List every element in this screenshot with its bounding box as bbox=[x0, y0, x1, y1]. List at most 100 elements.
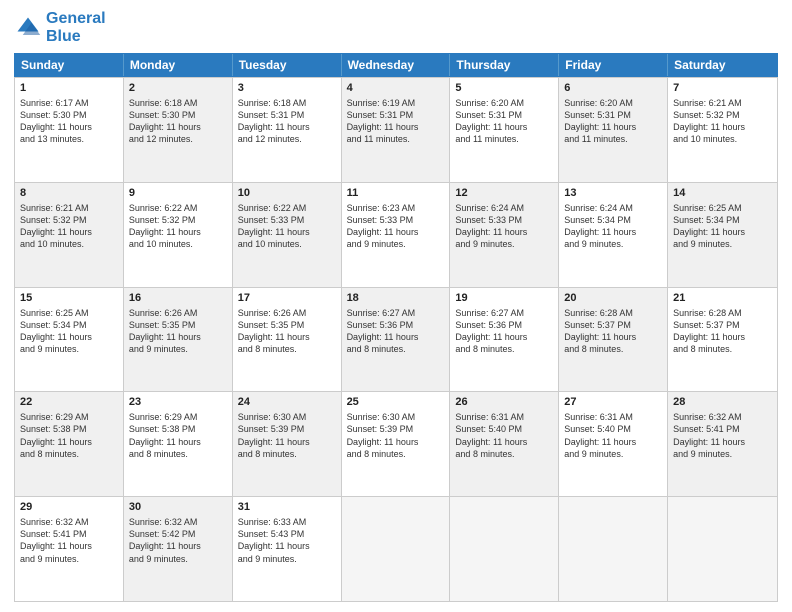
header-cell-wednesday: Wednesday bbox=[342, 54, 451, 76]
cal-cell-empty bbox=[342, 497, 451, 601]
day-info-line: Sunset: 5:31 PM bbox=[564, 109, 662, 121]
day-info-line: Sunrise: 6:22 AM bbox=[238, 202, 336, 214]
week-row-5: 29Sunrise: 6:32 AMSunset: 5:41 PMDayligh… bbox=[15, 496, 777, 601]
day-info-line: and 11 minutes. bbox=[347, 133, 445, 145]
header-cell-tuesday: Tuesday bbox=[233, 54, 342, 76]
day-info-line: Daylight: 11 hours bbox=[673, 436, 772, 448]
cal-cell-25: 25Sunrise: 6:30 AMSunset: 5:39 PMDayligh… bbox=[342, 392, 451, 496]
day-number: 22 bbox=[20, 395, 118, 410]
day-number: 7 bbox=[673, 81, 772, 96]
calendar-body: 1Sunrise: 6:17 AMSunset: 5:30 PMDaylight… bbox=[14, 77, 778, 602]
week-row-2: 8Sunrise: 6:21 AMSunset: 5:32 PMDaylight… bbox=[15, 182, 777, 287]
day-info-line: Daylight: 11 hours bbox=[673, 121, 772, 133]
day-info-line: Sunset: 5:31 PM bbox=[347, 109, 445, 121]
day-info-line: Sunrise: 6:20 AM bbox=[564, 97, 662, 109]
day-number: 26 bbox=[455, 395, 553, 410]
day-info-line: Daylight: 11 hours bbox=[238, 226, 336, 238]
cal-cell-9: 9Sunrise: 6:22 AMSunset: 5:32 PMDaylight… bbox=[124, 183, 233, 287]
day-info-line: Sunrise: 6:27 AM bbox=[347, 307, 445, 319]
day-info-line: Sunset: 5:33 PM bbox=[347, 214, 445, 226]
day-info-line: and 8 minutes. bbox=[564, 343, 662, 355]
cal-cell-8: 8Sunrise: 6:21 AMSunset: 5:32 PMDaylight… bbox=[15, 183, 124, 287]
day-info-line: Sunrise: 6:30 AM bbox=[238, 411, 336, 423]
day-number: 24 bbox=[238, 395, 336, 410]
day-info-line: Sunset: 5:36 PM bbox=[455, 319, 553, 331]
day-info-line: Sunset: 5:42 PM bbox=[129, 528, 227, 540]
day-number: 17 bbox=[238, 291, 336, 306]
day-info-line: and 9 minutes. bbox=[455, 238, 553, 250]
day-info-line: Daylight: 11 hours bbox=[20, 331, 118, 343]
day-info-line: and 11 minutes. bbox=[564, 133, 662, 145]
day-info-line: and 8 minutes. bbox=[455, 448, 553, 460]
cal-cell-20: 20Sunrise: 6:28 AMSunset: 5:37 PMDayligh… bbox=[559, 288, 668, 392]
day-number: 31 bbox=[238, 500, 336, 515]
day-info-line: Sunset: 5:43 PM bbox=[238, 528, 336, 540]
day-info-line: and 8 minutes. bbox=[20, 448, 118, 460]
day-number: 20 bbox=[564, 291, 662, 306]
header: General Blue bbox=[14, 10, 778, 45]
day-number: 10 bbox=[238, 186, 336, 201]
day-number: 29 bbox=[20, 500, 118, 515]
logo: General Blue bbox=[14, 10, 106, 45]
day-info-line: Daylight: 11 hours bbox=[238, 331, 336, 343]
day-info-line: Sunrise: 6:30 AM bbox=[347, 411, 445, 423]
day-info-line: Sunset: 5:31 PM bbox=[455, 109, 553, 121]
day-number: 9 bbox=[129, 186, 227, 201]
cal-cell-empty bbox=[668, 497, 777, 601]
cal-cell-23: 23Sunrise: 6:29 AMSunset: 5:38 PMDayligh… bbox=[124, 392, 233, 496]
day-info-line: Sunrise: 6:17 AM bbox=[20, 97, 118, 109]
cal-cell-empty bbox=[450, 497, 559, 601]
day-info-line: Daylight: 11 hours bbox=[129, 436, 227, 448]
day-info-line: Sunset: 5:37 PM bbox=[673, 319, 772, 331]
day-info-line: and 9 minutes. bbox=[20, 553, 118, 565]
day-info-line: Daylight: 11 hours bbox=[129, 331, 227, 343]
day-info-line: and 8 minutes. bbox=[238, 343, 336, 355]
day-info-line: and 8 minutes. bbox=[347, 343, 445, 355]
day-info-line: and 10 minutes. bbox=[20, 238, 118, 250]
day-info-line: Sunset: 5:40 PM bbox=[455, 423, 553, 435]
cal-cell-14: 14Sunrise: 6:25 AMSunset: 5:34 PMDayligh… bbox=[668, 183, 777, 287]
day-info-line: Daylight: 11 hours bbox=[20, 540, 118, 552]
day-info-line: Sunset: 5:36 PM bbox=[347, 319, 445, 331]
logo-icon bbox=[14, 14, 42, 42]
page: General Blue SundayMondayTuesdayWednesda… bbox=[0, 0, 792, 612]
day-info-line: Sunrise: 6:31 AM bbox=[455, 411, 553, 423]
day-info-line: and 12 minutes. bbox=[238, 133, 336, 145]
day-info-line: and 9 minutes. bbox=[564, 238, 662, 250]
day-info-line: and 9 minutes. bbox=[673, 448, 772, 460]
day-info-line: Sunset: 5:38 PM bbox=[129, 423, 227, 435]
day-info-line: Daylight: 11 hours bbox=[20, 436, 118, 448]
cal-cell-6: 6Sunrise: 6:20 AMSunset: 5:31 PMDaylight… bbox=[559, 78, 668, 182]
header-cell-sunday: Sunday bbox=[15, 54, 124, 76]
day-number: 16 bbox=[129, 291, 227, 306]
day-info-line: Sunrise: 6:27 AM bbox=[455, 307, 553, 319]
day-info-line: Sunrise: 6:31 AM bbox=[564, 411, 662, 423]
day-info-line: Daylight: 11 hours bbox=[564, 331, 662, 343]
day-info-line: Sunset: 5:34 PM bbox=[673, 214, 772, 226]
day-info-line: and 10 minutes. bbox=[673, 133, 772, 145]
day-info-line: Sunrise: 6:24 AM bbox=[564, 202, 662, 214]
day-info-line: Daylight: 11 hours bbox=[455, 331, 553, 343]
day-info-line: Sunrise: 6:26 AM bbox=[129, 307, 227, 319]
day-number: 15 bbox=[20, 291, 118, 306]
cal-cell-13: 13Sunrise: 6:24 AMSunset: 5:34 PMDayligh… bbox=[559, 183, 668, 287]
day-number: 19 bbox=[455, 291, 553, 306]
day-info-line: Sunrise: 6:18 AM bbox=[129, 97, 227, 109]
day-info-line: Daylight: 11 hours bbox=[673, 331, 772, 343]
cal-cell-11: 11Sunrise: 6:23 AMSunset: 5:33 PMDayligh… bbox=[342, 183, 451, 287]
day-number: 27 bbox=[564, 395, 662, 410]
day-info-line: Daylight: 11 hours bbox=[564, 121, 662, 133]
cal-cell-24: 24Sunrise: 6:30 AMSunset: 5:39 PMDayligh… bbox=[233, 392, 342, 496]
day-info-line: and 13 minutes. bbox=[20, 133, 118, 145]
cal-cell-27: 27Sunrise: 6:31 AMSunset: 5:40 PMDayligh… bbox=[559, 392, 668, 496]
day-info-line: Sunset: 5:30 PM bbox=[129, 109, 227, 121]
day-info-line: Daylight: 11 hours bbox=[129, 121, 227, 133]
day-info-line: Sunrise: 6:28 AM bbox=[564, 307, 662, 319]
day-info-line: Daylight: 11 hours bbox=[129, 540, 227, 552]
cal-cell-18: 18Sunrise: 6:27 AMSunset: 5:36 PMDayligh… bbox=[342, 288, 451, 392]
day-info-line: Sunset: 5:34 PM bbox=[564, 214, 662, 226]
day-info-line: Daylight: 11 hours bbox=[238, 121, 336, 133]
day-info-line: Daylight: 11 hours bbox=[20, 226, 118, 238]
day-info-line: Daylight: 11 hours bbox=[347, 226, 445, 238]
day-info-line: Daylight: 11 hours bbox=[238, 436, 336, 448]
